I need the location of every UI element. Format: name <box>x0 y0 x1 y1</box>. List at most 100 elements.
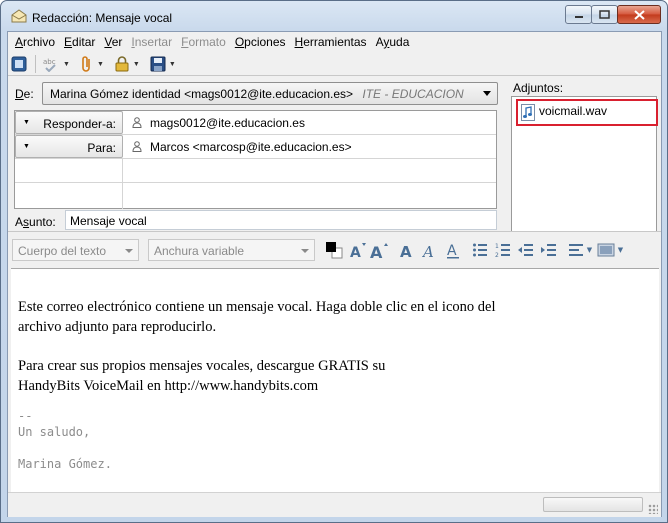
numbered-list-button[interactable]: 1 2 <box>494 240 512 260</box>
maximize-icon <box>599 10 610 19</box>
send-button[interactable] <box>11 54 27 74</box>
svg-text:1: 1 <box>495 243 499 250</box>
svg-text:A: A <box>350 245 361 259</box>
title-bar[interactable]: Redacción: Mensaje vocal <box>1 1 667 31</box>
spellcheck-icon: abc <box>43 58 56 72</box>
menu-archivo[interactable]: Archivo <box>11 32 60 52</box>
svg-text:A: A <box>447 243 457 259</box>
from-select[interactable]: Marina Gómez identidad <mags0012@ite.edu… <box>42 82 498 105</box>
recipient-type-select[interactable]: ▼ Responder-a: <box>15 111 123 134</box>
font-smaller-button[interactable]: A <box>348 240 368 260</box>
audio-file-icon <box>521 104 535 121</box>
menu-ver[interactable]: Ver <box>100 32 127 52</box>
from-identity: Marina Gómez identidad <mags0012@ite.edu… <box>50 87 354 101</box>
minimize-button[interactable] <box>565 5 592 24</box>
signature-separator: -- <box>18 409 33 423</box>
text-color-button[interactable] <box>323 240 345 260</box>
indent-icon <box>541 244 556 256</box>
numbered-list-icon: 1 2 <box>495 243 510 258</box>
person-icon <box>132 117 142 128</box>
menu-formato[interactable]: Formato <box>177 32 231 52</box>
attach-button[interactable]: ▼ <box>80 54 104 74</box>
menu-herramientas[interactable]: Herramientas <box>291 32 372 52</box>
status-progress <box>543 497 643 512</box>
toolbar-separator <box>35 55 36 73</box>
main-toolbar: abc ▼ ▼ ▼ ▼ <box>8 53 661 75</box>
recipient-row: ▼ Para: Marcos <marcosp@ite.educacion.es… <box>15 135 496 159</box>
recipient-row-empty[interactable] <box>15 159 496 183</box>
body-text-line: Este correo electrónico contiene un mens… <box>18 299 496 315</box>
indent-button[interactable] <box>540 240 558 260</box>
insert-button[interactable]: ▼ <box>596 240 624 260</box>
attachments-list[interactable]: voicmail.wav <box>511 96 658 232</box>
chevron-down-icon[interactable]: ▼ <box>169 61 176 68</box>
format-divider <box>8 231 661 232</box>
underline-button[interactable]: A <box>444 240 462 260</box>
paperclip-icon <box>82 56 90 72</box>
chevron-down-icon[interactable]: ▼ <box>63 61 70 68</box>
chevron-down-icon: ▼ <box>586 246 593 254</box>
italic-button[interactable]: A <box>421 240 439 260</box>
chevron-down-icon <box>483 91 491 96</box>
close-button[interactable] <box>617 5 661 24</box>
save-button[interactable]: ▼ <box>150 54 176 74</box>
chevron-down-icon[interactable]: ▼ <box>97 61 104 68</box>
maximize-button[interactable] <box>591 5 618 24</box>
send-icon <box>11 56 27 72</box>
subject-label: Asunto: <box>15 215 56 229</box>
underline-icon: A <box>447 243 459 259</box>
font-larger-button[interactable]: A <box>370 240 390 260</box>
recipient-row-empty[interactable] <box>15 183 496 207</box>
menu-ayuda[interactable]: Ayuda <box>372 32 415 52</box>
insert-image-icon <box>597 243 615 257</box>
signature-line: Un saludo, <box>18 425 91 439</box>
floppy-disk-icon <box>150 56 166 72</box>
menu-insertar[interactable]: Insertar <box>127 32 177 52</box>
from-account: ITE - EDUCACION <box>362 87 464 101</box>
attachments-label: Adjuntos: <box>513 81 564 95</box>
align-button[interactable]: ▼ <box>566 240 594 260</box>
color-swatch-icon <box>326 242 343 259</box>
font-larger-icon: A <box>370 243 388 259</box>
chevron-down-icon: ▼ <box>23 143 30 150</box>
paragraph-style-select[interactable]: Cuerpo del texto <box>12 239 139 261</box>
outdent-icon <box>518 244 533 256</box>
close-icon <box>633 9 645 20</box>
bold-button[interactable]: A <box>398 240 416 260</box>
italic-icon: A <box>422 243 434 259</box>
outdent-button[interactable] <box>517 240 535 260</box>
bold-icon: A <box>400 243 412 259</box>
body-text-line: archivo adjunto para reproducirlo. <box>18 319 217 335</box>
spelling-button[interactable]: abc ▼ <box>42 54 70 74</box>
security-button[interactable]: ▼ <box>114 54 140 74</box>
recipients-table: ▼ Responder-a: mags0012@ite.educacion.es… <box>14 110 497 209</box>
body-text-line: Para crear sus propios mensajes vocales,… <box>18 358 386 374</box>
menu-editar[interactable]: Editar <box>60 32 100 52</box>
format-toolbar: Cuerpo del texto Anchura variable A A A … <box>8 235 661 263</box>
attachment-item[interactable]: voicmail.wav <box>516 99 658 126</box>
recipient-row: ▼ Responder-a: mags0012@ite.educacion.es <box>15 111 496 135</box>
toolbar-divider <box>8 75 661 76</box>
column-divider <box>122 159 123 209</box>
chevron-down-icon[interactable]: ▼ <box>133 61 140 68</box>
signature-line: Marina Gómez. <box>18 457 112 471</box>
svg-text:2: 2 <box>495 252 499 258</box>
recipient-type-select[interactable]: ▼ Para: <box>15 135 123 158</box>
recipient-address[interactable]: Marcos <marcosp@ite.educacion.es> <box>150 140 352 154</box>
recipient-address[interactable]: mags0012@ite.educacion.es <box>150 116 305 130</box>
from-label: De: <box>15 87 34 101</box>
window-title: Redacción: Mensaje vocal <box>32 11 173 25</box>
person-icon <box>132 141 142 152</box>
font-select[interactable]: Anchura variable <box>148 239 315 261</box>
chevron-down-icon <box>125 249 133 253</box>
status-bar <box>8 492 661 517</box>
svg-text:A: A <box>370 243 383 259</box>
chevron-down-icon <box>301 249 309 253</box>
bullet-list-button[interactable] <box>471 240 489 260</box>
menu-bar: Archivo Editar Ver Insertar Formato Opci… <box>8 32 661 52</box>
message-body[interactable]: Este correo electrónico contiene un mens… <box>11 268 659 492</box>
subject-input[interactable]: Mensaje vocal <box>65 210 497 230</box>
body-text-line: HandyBits VoiceMail en http://www.handyb… <box>18 378 319 394</box>
menu-opciones[interactable]: Opciones <box>231 32 291 52</box>
resize-grip-icon[interactable] <box>648 504 658 514</box>
